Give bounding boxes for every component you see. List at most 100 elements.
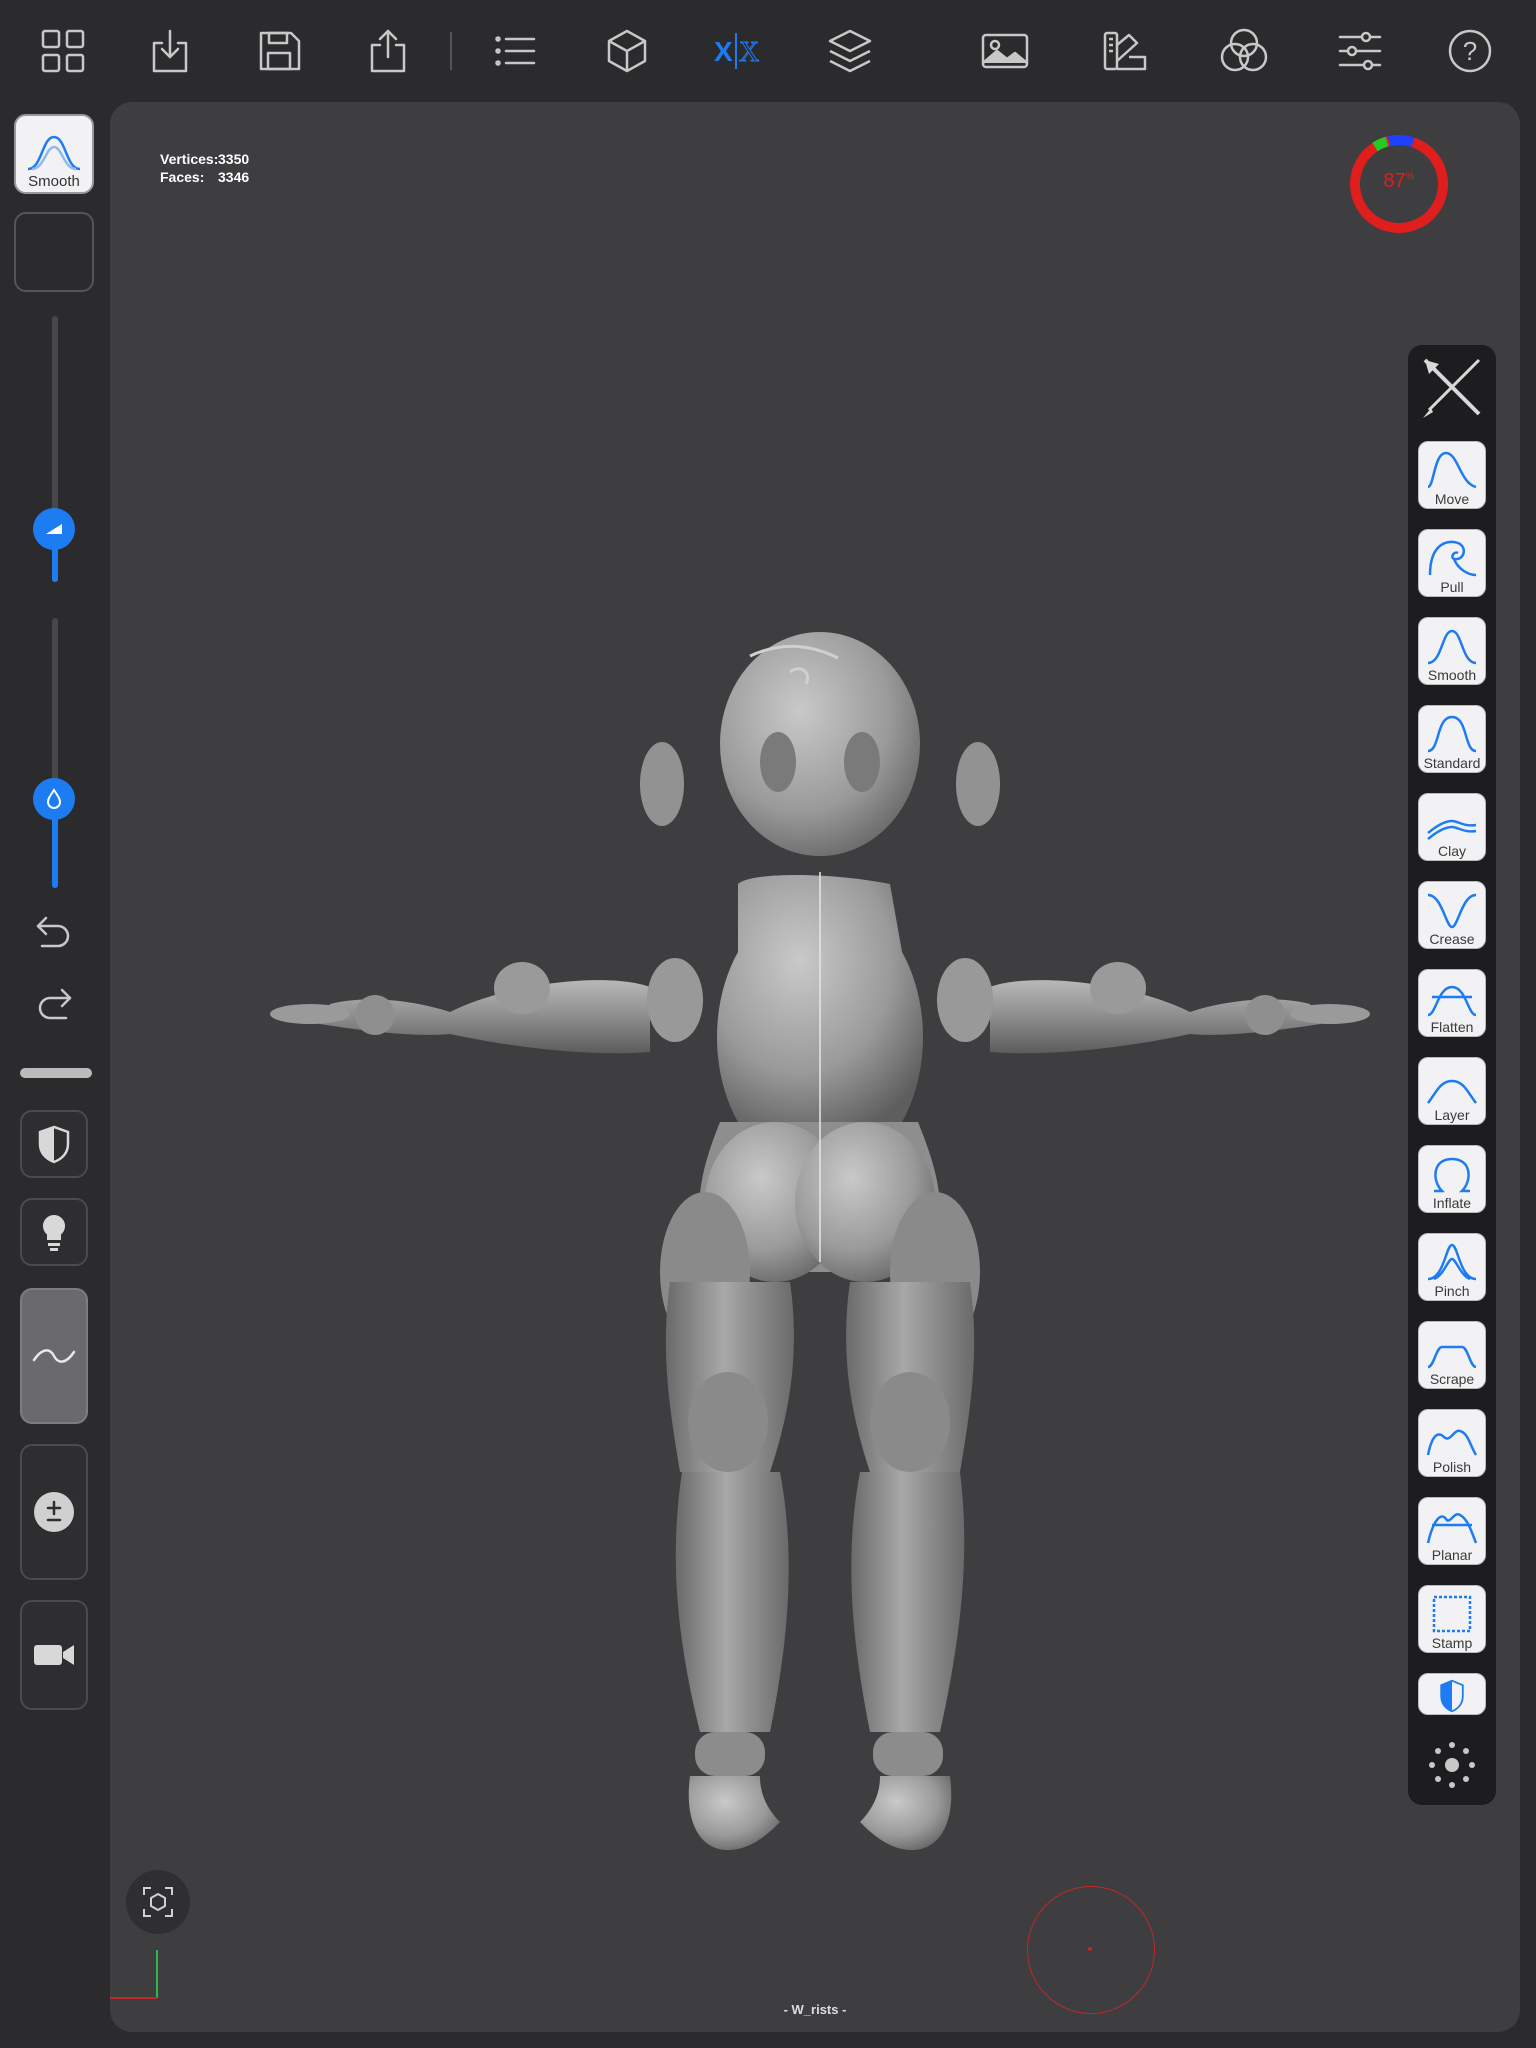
cube-icon[interactable]	[598, 22, 656, 80]
camera-button[interactable]	[20, 1600, 88, 1710]
tool-move[interactable]: Move	[1418, 441, 1486, 509]
download-icon[interactable]	[141, 22, 199, 80]
tool-planar[interactable]: Planar	[1418, 1497, 1486, 1565]
frame-object-button[interactable]	[126, 1870, 190, 1934]
video-camera-icon	[34, 1645, 74, 1665]
stroke-curve-button[interactable]	[20, 1288, 88, 1424]
tool-pull[interactable]: Pull	[1418, 529, 1486, 597]
tool-standard[interactable]: Standard	[1418, 705, 1486, 773]
tool-label: Flatten	[1430, 1019, 1474, 1035]
vertices-label: Vertices:	[160, 151, 219, 167]
add-subtract-button[interactable]	[20, 1444, 88, 1580]
tool-crease[interactable]: Crease	[1418, 881, 1486, 949]
tool-scrape[interactable]: Scrape	[1418, 1321, 1486, 1389]
panel-divider	[20, 1068, 92, 1078]
help-icon[interactable]: ?	[1441, 22, 1499, 80]
axis-gizmo	[110, 1950, 158, 1999]
standard-tool-icon	[1427, 715, 1477, 753]
pinch-tool-icon	[1427, 1243, 1477, 1281]
tool-smooth[interactable]: Smooth	[1418, 617, 1486, 685]
radius-icon	[46, 524, 62, 534]
tool-mask[interactable]	[1418, 1673, 1486, 1715]
symmetry-icon[interactable]: XX	[707, 22, 765, 80]
tool-label: Stamp	[1431, 1635, 1473, 1651]
tool-label: Pull	[1440, 579, 1464, 595]
palette-icon[interactable]	[1096, 22, 1154, 80]
plus-minus-icon	[34, 1492, 74, 1532]
active-tool-button[interactable]: Smooth	[14, 114, 94, 194]
active-tool-label: Smooth	[28, 173, 80, 190]
crease-tool-icon	[1427, 893, 1477, 929]
radius-slider-knob[interactable]	[33, 508, 75, 550]
help-label: ?	[1463, 36, 1477, 66]
tool-settings-button[interactable]	[1408, 1725, 1496, 1805]
image-icon[interactable]	[976, 22, 1034, 80]
tool-label: Crease	[1429, 931, 1475, 947]
mesh-stats: Vertices:3350 Faces: 3346	[160, 150, 249, 186]
pull-tool-icon	[1428, 540, 1477, 577]
share-icon[interactable]	[359, 22, 417, 80]
tool-flatten[interactable]: Flatten	[1418, 969, 1486, 1037]
dotted-circle-icon	[1429, 1742, 1475, 1788]
crossed-tools-icon	[1423, 358, 1481, 418]
shield-icon	[38, 1125, 70, 1164]
memory-percent-value: 87	[1383, 170, 1406, 192]
tool-label: Smooth	[1427, 667, 1477, 683]
tool-label: Standard	[1423, 755, 1481, 771]
tool-label: Move	[1434, 491, 1470, 507]
top-toolbar: XX ?	[0, 0, 1536, 102]
grid-icon[interactable]	[34, 22, 92, 80]
flatten-tool-icon	[1427, 985, 1477, 1017]
polish-tool-icon	[1426, 1429, 1478, 1456]
tool-label: Clay	[1437, 843, 1466, 859]
rgb-icon[interactable]	[1215, 22, 1273, 80]
tool-inflate[interactable]: Inflate	[1418, 1145, 1486, 1213]
mask-shield-icon	[1440, 1679, 1464, 1713]
mask-shield-button[interactable]	[20, 1110, 88, 1178]
memory-percent: 87%	[1347, 170, 1451, 193]
object-name-label: - W_rists -	[783, 2002, 847, 2017]
tool-label: Pinch	[1434, 1283, 1470, 1299]
smooth-tool-icon	[1427, 629, 1477, 665]
left-panel: Smooth	[0, 102, 110, 2048]
3d-viewport[interactable]: Vertices:3350 Faces: 3346 87% - W_rists …	[110, 102, 1520, 2032]
tool-layer[interactable]: Layer	[1418, 1057, 1486, 1125]
vertices-value: 3350	[218, 151, 250, 167]
smooth-tool-icon	[27, 135, 81, 171]
intensity-slider[interactable]	[52, 618, 58, 888]
tool-label: Scrape	[1429, 1371, 1475, 1387]
tool-clay[interactable]: Clay	[1418, 793, 1486, 861]
brush-center-dot	[1088, 1947, 1092, 1951]
sculpt-tools-bar: Move Pull Smooth Standard Clay Crease Flatten L…	[1408, 345, 1496, 1805]
symmetry-x-right: X	[739, 37, 759, 68]
tool-label: Inflate	[1432, 1195, 1472, 1211]
sliders-icon[interactable]	[1331, 22, 1389, 80]
lightbulb-icon	[42, 1215, 66, 1251]
tool-stamp[interactable]: Stamp	[1418, 1585, 1486, 1653]
tools-header-button[interactable]	[1408, 345, 1496, 429]
list-icon[interactable]	[486, 22, 544, 80]
undo-icon[interactable]	[22, 902, 86, 958]
memory-percent-sign: %	[1405, 171, 1415, 183]
toolbar-separator	[450, 32, 452, 70]
focus-frame-icon	[143, 1887, 173, 1917]
layers-icon[interactable]	[821, 22, 879, 80]
faces-label: Faces:	[160, 169, 205, 185]
planar-tool-icon	[1426, 1513, 1478, 1544]
faces-value: 3346	[218, 169, 250, 185]
layer-tool-icon	[1427, 1079, 1477, 1104]
sculpt-model[interactable]	[190, 532, 1450, 1932]
lighting-button[interactable]	[20, 1198, 88, 1266]
inflate-tool-icon	[1434, 1157, 1470, 1193]
symmetry-x-left: X	[714, 36, 733, 67]
intensity-drop-icon	[46, 788, 62, 809]
redo-icon[interactable]	[22, 974, 86, 1030]
tool-pinch[interactable]: Pinch	[1418, 1233, 1486, 1301]
intensity-slider-knob[interactable]	[33, 778, 75, 820]
tool-label: Planar	[1431, 1547, 1473, 1563]
move-tool-icon	[1427, 451, 1477, 489]
tool-polish[interactable]: Polish	[1418, 1409, 1486, 1477]
secondary-tool-slot[interactable]	[14, 212, 94, 292]
save-icon[interactable]	[250, 22, 308, 80]
tilde-curve-icon	[32, 1349, 76, 1363]
